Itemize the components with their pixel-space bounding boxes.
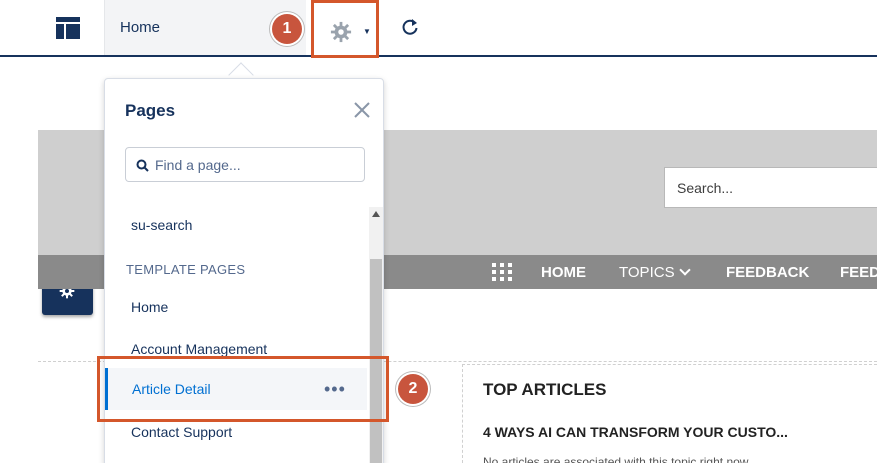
callout-badge-1: 1 [272, 14, 302, 44]
top-articles-heading: TOP ARTICLES [483, 380, 607, 399]
layout-icon [56, 17, 80, 39]
search-icon [136, 159, 149, 172]
caret-down-icon[interactable]: ▼ [363, 27, 371, 36]
current-page-label: Home [120, 19, 161, 36]
page-item-su-search[interactable]: su-search [131, 217, 192, 233]
page-item-home[interactable]: Home [131, 299, 168, 315]
settings-menu-highlight: ▼ [311, 0, 379, 58]
canvas-search-placeholder: Search... [677, 180, 734, 196]
scroll-up-arrow-icon[interactable] [372, 211, 380, 217]
page-item-contact-support[interactable]: Contact Support [131, 424, 232, 440]
nav-topics-menu[interactable]: TOPICS [619, 264, 691, 281]
pages-panel-title: Pages [125, 101, 176, 120]
top-bar: Home ▼ [0, 0, 877, 58]
template-pages-section-label: TEMPLATE PAGES [126, 262, 246, 277]
close-icon[interactable] [353, 101, 371, 119]
top-articles-component[interactable] [462, 364, 877, 463]
canvas-search-input[interactable]: Search... [664, 167, 877, 208]
callout-badge-2: 2 [398, 374, 428, 404]
chevron-down-icon [678, 264, 691, 276]
nav-topics-label: TOPICS [619, 264, 675, 281]
refresh-icon[interactable] [400, 17, 420, 37]
community-builder-screen: Home ▼ Search... HOME TOPICS FEEDBACK FE… [0, 0, 877, 463]
article-empty-note: No articles are associated with this top… [483, 455, 752, 463]
article-title[interactable]: 4 WAYS AI CAN TRANSFORM YOUR CUSTO... [483, 424, 788, 440]
nav-feed-link[interactable]: FEED [840, 264, 877, 281]
nav-home-link[interactable]: HOME [541, 264, 586, 281]
app-grid-icon[interactable] [491, 262, 513, 282]
gear-icon[interactable] [330, 21, 352, 43]
nav-feedback-link[interactable]: FEEDBACK [726, 264, 809, 281]
page-list-scrollbar[interactable] [369, 207, 383, 463]
find-page-input[interactable]: Find a page... [125, 147, 365, 182]
page-item-account-management[interactable]: Account Management [131, 341, 267, 357]
find-page-placeholder: Find a page... [155, 157, 241, 173]
article-detail-highlight [97, 356, 389, 422]
layout-toggle[interactable] [0, 0, 104, 55]
